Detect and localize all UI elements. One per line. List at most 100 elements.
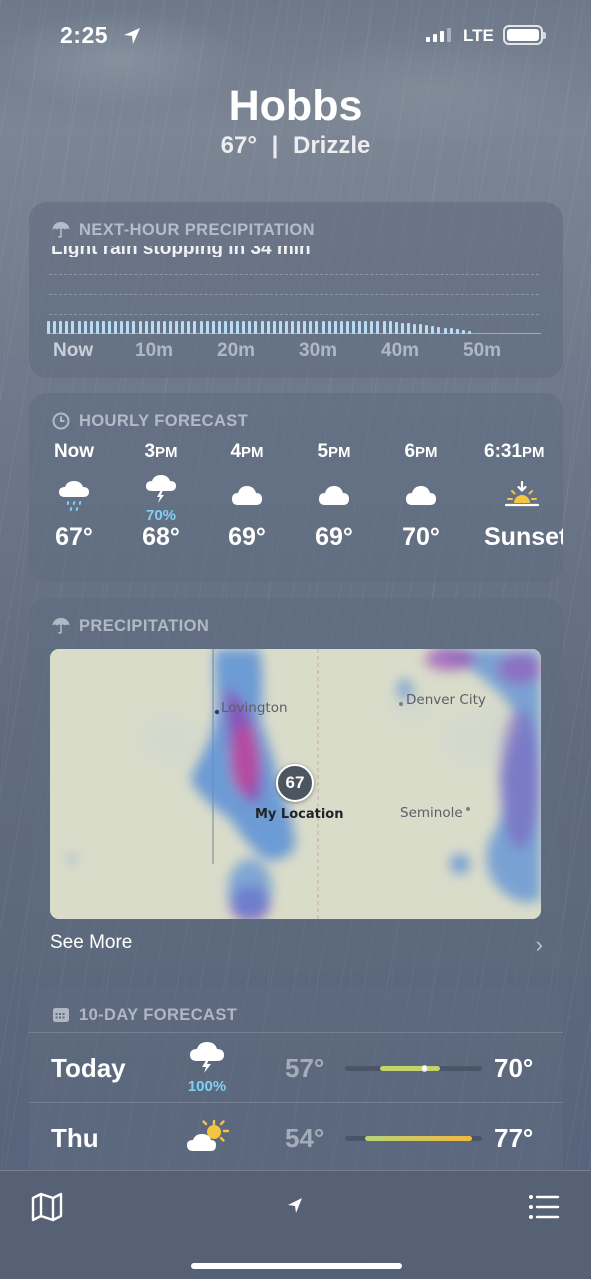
time-axis-label: 20m xyxy=(217,340,256,361)
precipitation-map-card[interactable]: PRECIPITATION Lovington Denver City Semi… xyxy=(29,598,563,970)
hourly-scroll[interactable]: Now 67° 3PM 70% 68° 4PM 69° 5PM 69° 6PM 70° 6:31PM S… xyxy=(29,441,563,571)
precipitation-bar xyxy=(89,321,93,334)
ten-day-forecast-card[interactable]: 10-DAY FORECAST Today 100% 57° 70° Thu 5… xyxy=(29,987,563,1187)
network-type: LTE xyxy=(463,26,494,45)
status-bar: 2:25 LTE xyxy=(0,20,591,52)
low-temp: 54° xyxy=(285,1123,325,1153)
precipitation-bar xyxy=(230,321,233,334)
day-weather: 100% xyxy=(181,1039,233,1095)
precipitation-bar xyxy=(309,321,313,334)
precipitation-bar xyxy=(364,321,368,334)
my-location-label: My Location xyxy=(255,807,344,822)
day-row-thu[interactable]: Thu 54° 77° xyxy=(29,1102,563,1172)
time-axis-label: 10m xyxy=(135,340,174,361)
list-icon[interactable] xyxy=(526,1189,562,1225)
precipitation-bar xyxy=(425,325,429,334)
precipitation-bar xyxy=(53,321,57,334)
hour-temperature: Sunset xyxy=(484,523,563,551)
my-location-pin[interactable]: 67 xyxy=(276,764,314,802)
hour-label: 3PM xyxy=(144,441,178,462)
location-arrow-icon xyxy=(124,28,140,44)
location-arrow-icon[interactable] xyxy=(280,1191,310,1221)
time-axis-label: Now xyxy=(53,340,94,361)
precipitation-bar xyxy=(205,321,209,334)
precipitation-bar xyxy=(291,321,294,334)
hour-temperature: 68° xyxy=(142,523,180,551)
clock-icon xyxy=(52,412,70,430)
next-hour-precipitation-card[interactable]: NEXT-HOUR PRECIPITATION Light rain stopp… xyxy=(29,202,563,378)
precipitation-bar xyxy=(126,321,130,334)
hour-item: 5PM 69° xyxy=(294,441,374,552)
hour-item: 4PM 69° xyxy=(207,441,287,552)
hour-temperature: 69° xyxy=(228,523,266,551)
temp-range-track xyxy=(345,1065,482,1072)
precipitation-bar xyxy=(345,321,349,334)
precipitation-bar xyxy=(443,327,447,334)
low-temp: 57° xyxy=(285,1053,325,1083)
precipitation-bar xyxy=(181,321,185,334)
precipitation-bars xyxy=(47,318,541,334)
current-temperature: 67° xyxy=(220,132,257,159)
hour-item: 3PM 70% 68° xyxy=(121,441,201,552)
precipitation-bar xyxy=(65,321,69,334)
map-place-label: Seminole xyxy=(400,805,463,821)
hour-item: Now 67° xyxy=(34,441,114,552)
precipitation-bar xyxy=(419,324,423,334)
precipitation-bar xyxy=(162,321,166,334)
precipitation-bar xyxy=(382,321,386,334)
hour-temperature: 67° xyxy=(55,523,93,551)
precipitation-bar xyxy=(175,321,179,334)
precipitation-bar xyxy=(150,321,154,334)
precipitation-bar xyxy=(101,321,105,334)
precipitation-bar xyxy=(352,321,355,334)
thunderstorm-icon xyxy=(190,1042,224,1073)
thunderstorm-icon xyxy=(143,472,179,509)
drizzle-icon xyxy=(56,477,92,518)
home-indicator xyxy=(191,1263,402,1269)
map-place-label: Denver City xyxy=(406,692,486,708)
sunset-icon xyxy=(502,479,542,516)
hour-label: 4PM xyxy=(230,441,264,462)
cloud-icon xyxy=(316,482,352,513)
hour-label: Now xyxy=(53,441,95,462)
current-condition: Drizzle xyxy=(293,132,371,159)
precipitation-bar xyxy=(370,321,374,334)
temp-range-bar xyxy=(380,1066,440,1071)
hour-label: 6:31PM xyxy=(484,441,545,462)
current-temp-dot xyxy=(421,1065,428,1072)
precipitation-bar xyxy=(321,321,325,334)
calendar-icon xyxy=(53,1008,69,1022)
chart-gridline xyxy=(49,274,539,275)
precipitation-bar xyxy=(315,321,319,334)
precipitation-bar xyxy=(169,321,172,334)
precipitation-bar xyxy=(248,321,252,334)
precipitation-bar xyxy=(47,321,50,334)
see-more-link[interactable]: See More xyxy=(50,932,132,954)
temp-range-track xyxy=(345,1136,482,1141)
high-temp: 70° xyxy=(494,1053,534,1083)
hour-label: 6PM xyxy=(404,441,438,462)
precipitation-bar xyxy=(437,326,441,334)
map-icon[interactable] xyxy=(29,1189,65,1225)
precipitation-bar xyxy=(138,321,142,334)
cellular-signal-icon xyxy=(426,28,451,42)
chart-gridline xyxy=(49,314,539,315)
time-axis-label: 40m xyxy=(381,340,420,361)
hourly-forecast-card[interactable]: HOURLY FORECAST Now 67° 3PM 70% 68° 4PM 69° 5PM… xyxy=(29,393,563,582)
chevron-right-icon[interactable]: › xyxy=(536,932,543,958)
day-row-today[interactable]: Today 100% 57° 70° xyxy=(29,1032,563,1102)
precipitation-map[interactable]: Lovington Denver City Seminole 67 My Loc… xyxy=(50,649,541,919)
next-hour-title: NEXT-HOUR PRECIPITATION xyxy=(51,220,315,240)
precipitation-bar xyxy=(223,321,227,334)
precipitation-bar xyxy=(266,321,270,334)
precipitation-bar xyxy=(376,321,380,334)
high-temp: 77° xyxy=(494,1123,534,1153)
hour-item: 6:31PM Sunset xyxy=(484,441,563,552)
precipitation-bar xyxy=(71,321,75,334)
battery-icon xyxy=(503,25,546,45)
precipitation-bar xyxy=(193,321,197,334)
precipitation-bar xyxy=(297,321,301,334)
precipitation-bar xyxy=(278,321,282,334)
precipitation-bar xyxy=(260,321,264,334)
hour-item: 6PM 70° xyxy=(381,441,461,552)
